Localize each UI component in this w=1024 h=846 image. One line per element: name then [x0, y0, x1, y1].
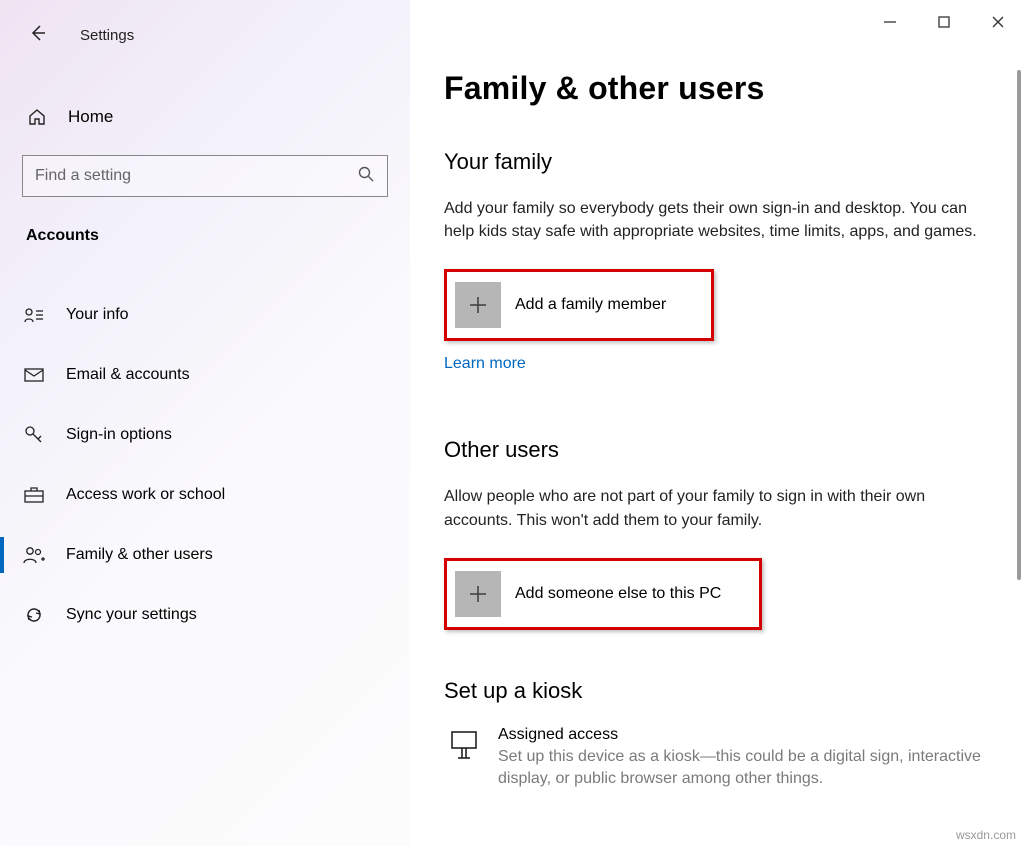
close-button[interactable] — [986, 10, 1010, 34]
sync-icon — [22, 605, 46, 625]
your-family-heading: Your family — [444, 149, 996, 175]
kiosk-heading: Set up a kiosk — [444, 678, 996, 704]
add-family-label: Add a family member — [515, 296, 666, 314]
sidebar-item-label: Email & accounts — [66, 366, 190, 384]
search-input[interactable] — [35, 167, 357, 185]
mail-icon — [22, 368, 46, 382]
sidebar-item-sync-settings[interactable]: Sync your settings — [0, 585, 410, 645]
plus-icon — [455, 571, 501, 617]
sidebar-item-label: Family & other users — [66, 546, 213, 564]
nav-home[interactable]: Home — [0, 93, 410, 141]
page-title: Family & other users — [444, 70, 996, 107]
other-users-heading: Other users — [444, 437, 996, 463]
nav-list: Your info Email & accounts Sign-in optio… — [0, 285, 410, 645]
sidebar-header: Settings — [0, 15, 410, 55]
window-title: Settings — [80, 27, 134, 44]
watermark: wsxdn.com — [956, 828, 1016, 842]
plus-icon — [455, 282, 501, 328]
sidebar-item-your-info[interactable]: Your info — [0, 285, 410, 345]
kiosk-icon — [444, 726, 484, 760]
minimize-button[interactable] — [878, 10, 902, 34]
key-icon — [22, 425, 46, 445]
add-family-member-button[interactable]: Add a family member — [449, 274, 709, 336]
sidebar-item-label: Your info — [66, 306, 129, 324]
add-someone-else-label: Add someone else to this PC — [515, 585, 721, 603]
sidebar-item-family-other-users[interactable]: Family & other users — [0, 525, 410, 585]
person-card-icon — [22, 307, 46, 323]
nav-home-label: Home — [68, 107, 113, 127]
sidebar-item-email-accounts[interactable]: Email & accounts — [0, 345, 410, 405]
maximize-button[interactable] — [932, 10, 956, 34]
learn-more-link[interactable]: Learn more — [444, 355, 526, 373]
content-area: Family & other users Your family Add you… — [410, 0, 1024, 846]
scrollbar[interactable] — [1017, 70, 1021, 580]
sidebar-item-label: Access work or school — [66, 486, 225, 504]
briefcase-icon — [22, 487, 46, 503]
sidebar-item-label: Sync your settings — [66, 606, 197, 624]
assigned-access-description: Set up this device as a kiosk—this could… — [498, 746, 996, 791]
other-users-description: Allow people who are not part of your fa… — [444, 485, 996, 531]
people-add-icon — [22, 546, 46, 564]
your-family-description: Add your family so everybody gets their … — [444, 197, 996, 243]
add-family-highlight: Add a family member — [444, 269, 714, 341]
back-icon[interactable] — [28, 23, 48, 47]
assigned-access-row[interactable]: Assigned access Set up this device as a … — [444, 726, 996, 791]
add-someone-else-button[interactable]: Add someone else to this PC — [449, 563, 757, 625]
sidebar: Settings Home Accounts Your info — [0, 0, 410, 846]
assigned-access-text: Assigned access Set up this device as a … — [498, 726, 996, 791]
add-other-highlight: Add someone else to this PC — [444, 558, 762, 630]
sidebar-item-label: Sign-in options — [66, 426, 172, 444]
search-icon — [357, 165, 375, 187]
sidebar-section-label: Accounts — [0, 197, 410, 255]
home-icon — [26, 107, 48, 127]
sidebar-item-sign-in-options[interactable]: Sign-in options — [0, 405, 410, 465]
assigned-access-title: Assigned access — [498, 726, 996, 744]
sidebar-item-access-work-school[interactable]: Access work or school — [0, 465, 410, 525]
search-box[interactable] — [22, 155, 388, 197]
window-controls — [878, 10, 1010, 34]
